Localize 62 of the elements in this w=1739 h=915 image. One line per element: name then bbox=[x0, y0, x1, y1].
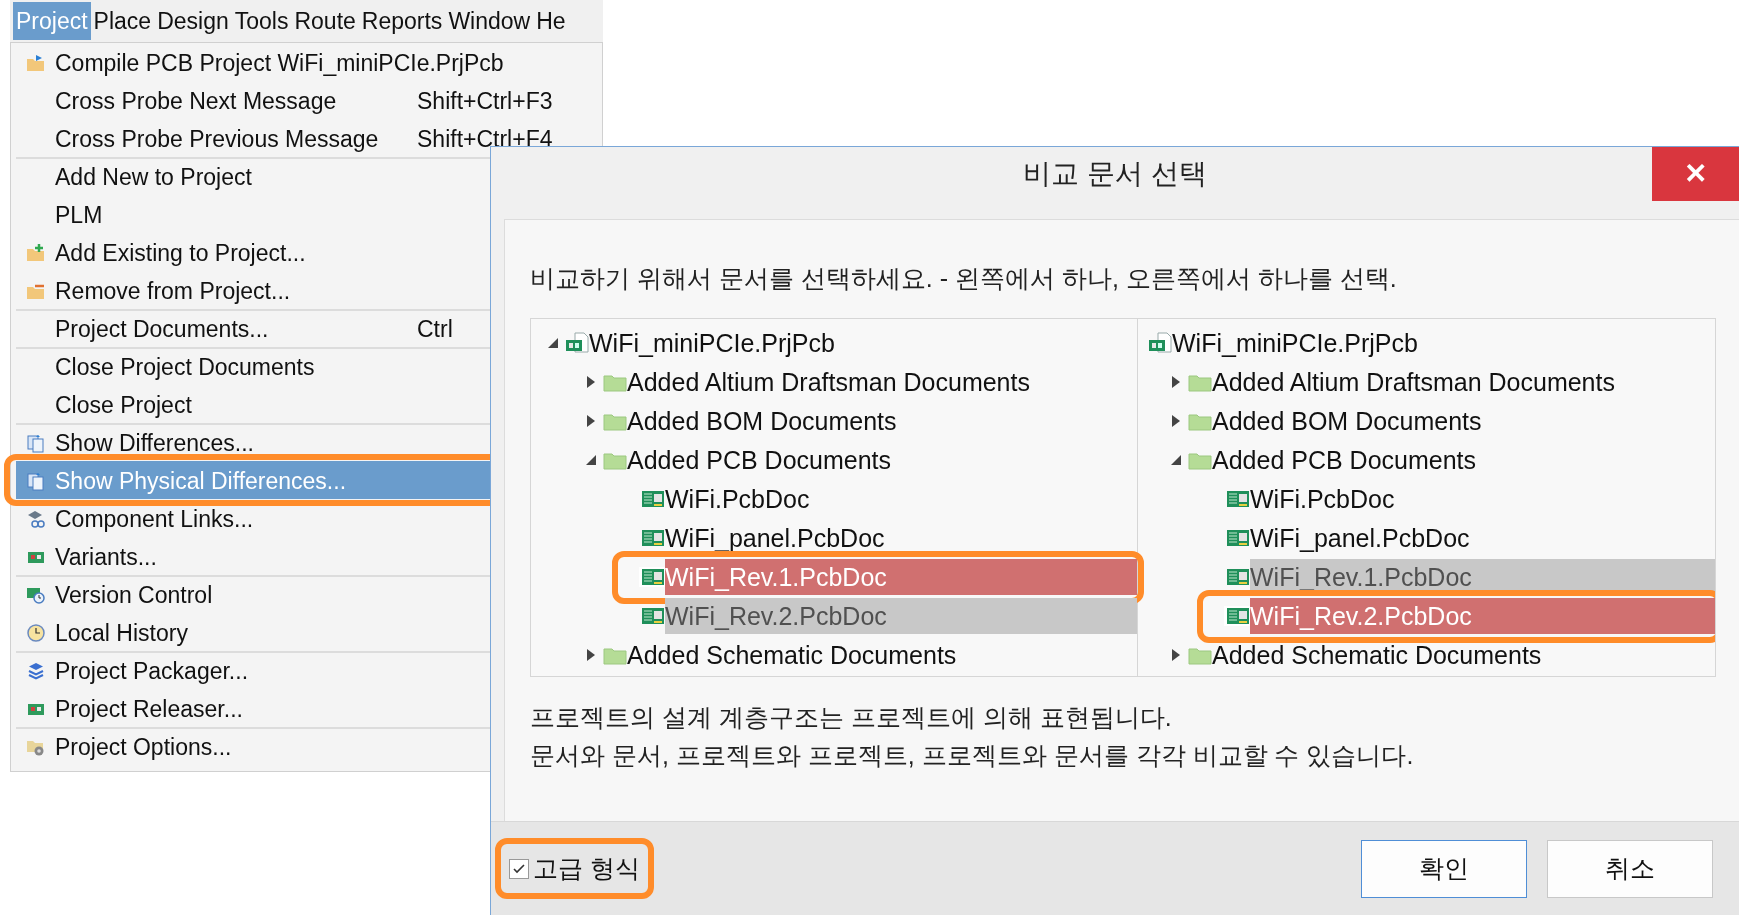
circuit-board-icon bbox=[1226, 606, 1250, 626]
shortcut-text: Ctrl bbox=[417, 314, 453, 344]
tree-item[interactable]: WiFi.PcbDoc bbox=[665, 481, 1137, 517]
shortcut-text: Shift+Ctrl+F3 bbox=[417, 86, 553, 116]
instruction-text: 비교하기 위해서 문서를 선택하세요. - 왼쪽에서 하나, 오른쪽에서 하나를 선택. bbox=[530, 263, 1398, 294]
tree-item[interactable]: WiFi_panel.PcbDoc bbox=[1250, 520, 1715, 556]
menu-bar-item[interactable]: Reports bbox=[358, 2, 446, 40]
tree-item[interactable]: WiFi.PcbDoc bbox=[1250, 481, 1715, 517]
checkbox[interactable] bbox=[509, 858, 529, 879]
circuit-board-icon bbox=[1226, 528, 1250, 548]
checkmark-icon bbox=[512, 861, 526, 876]
folder-icon bbox=[1188, 450, 1212, 470]
dialog-title: 비교 문서 선택 bbox=[1023, 157, 1207, 191]
folder-icon bbox=[603, 450, 627, 470]
tree-item[interactable]: Added PCB Documents bbox=[1212, 442, 1715, 478]
menu-item[interactable]: Cross Probe Previous Message Shift+Ctrl+F4 bbox=[16, 119, 597, 157]
tree-item[interactable]: Added BOM Documents bbox=[627, 403, 1137, 439]
project-file-icon bbox=[1148, 332, 1172, 354]
folder-icon bbox=[1188, 372, 1212, 392]
documents-icon bbox=[25, 471, 46, 491]
close-button[interactable]: ✕ bbox=[1652, 147, 1739, 201]
menu-bar-item[interactable]: Tools bbox=[231, 2, 292, 40]
menu-item[interactable]: Component Links... bbox=[16, 499, 597, 537]
folder-icon bbox=[1188, 411, 1212, 431]
folder-icon bbox=[603, 372, 627, 392]
documents-icon bbox=[25, 433, 46, 453]
circuit-board-icon bbox=[641, 567, 665, 587]
folder-plus-icon bbox=[25, 243, 46, 263]
folder-icon bbox=[603, 411, 627, 431]
cancel-button[interactable]: 취소 bbox=[1547, 839, 1713, 898]
folder-arrow-icon bbox=[25, 53, 46, 73]
shortcut-text: Shift+Ctrl+F4 bbox=[417, 124, 553, 154]
menu-bar-item[interactable]: Route bbox=[291, 2, 359, 40]
checkbox-label: 고급 형식 bbox=[533, 852, 640, 884]
clock-icon bbox=[25, 623, 46, 643]
tree-item[interactable]: Added PCB Documents bbox=[627, 442, 1137, 478]
tree-item[interactable]: Added Altium Draftsman Documents bbox=[1212, 364, 1715, 400]
folder-icon bbox=[603, 645, 627, 665]
tree-item[interactable]: WiFi_Rev.2.PcbDoc bbox=[665, 598, 1137, 634]
tree-item[interactable]: Added BOM Documents bbox=[1212, 403, 1715, 439]
menu-bar-item[interactable]: He bbox=[533, 2, 569, 40]
tree-item[interactable]: Added Schematic Documents bbox=[1212, 637, 1715, 673]
menu-bar-item[interactable]: Place bbox=[90, 2, 155, 40]
menu-item[interactable]: Variants... bbox=[16, 537, 597, 575]
tree-item[interactable]: WiFi_panel.PcbDoc bbox=[665, 520, 1137, 556]
circuit-board-icon bbox=[641, 489, 665, 509]
circuit-board-icon bbox=[641, 606, 665, 626]
circuit-board-icon bbox=[641, 528, 665, 548]
project-file-icon bbox=[565, 332, 589, 354]
circuit-board-icon bbox=[1226, 489, 1250, 509]
tree-item[interactable]: Added Altium Draftsman Documents bbox=[627, 364, 1137, 400]
menu-item[interactable]: Local History bbox=[16, 613, 597, 651]
tree-item[interactable]: WiFi_miniPCIe.PrjPcb bbox=[1172, 325, 1715, 361]
folder-icon bbox=[1188, 645, 1212, 665]
tree-item[interactable]: Added Schematic Documents bbox=[627, 637, 1137, 673]
menu-bar-item[interactable]: Window bbox=[445, 2, 534, 40]
board-clock-icon bbox=[25, 585, 46, 605]
menu-item[interactable]: Cross Probe Next Message Shift+Ctrl+F3 bbox=[16, 81, 597, 119]
ok-button[interactable]: 확인 bbox=[1361, 839, 1527, 898]
circuit-board-icon bbox=[1226, 567, 1250, 587]
menu-item[interactable]: Compile PCB Project WiFi_miniPCIe.PrjPcb bbox=[16, 43, 597, 81]
menu-bar-item[interactable]: Design bbox=[154, 2, 232, 40]
